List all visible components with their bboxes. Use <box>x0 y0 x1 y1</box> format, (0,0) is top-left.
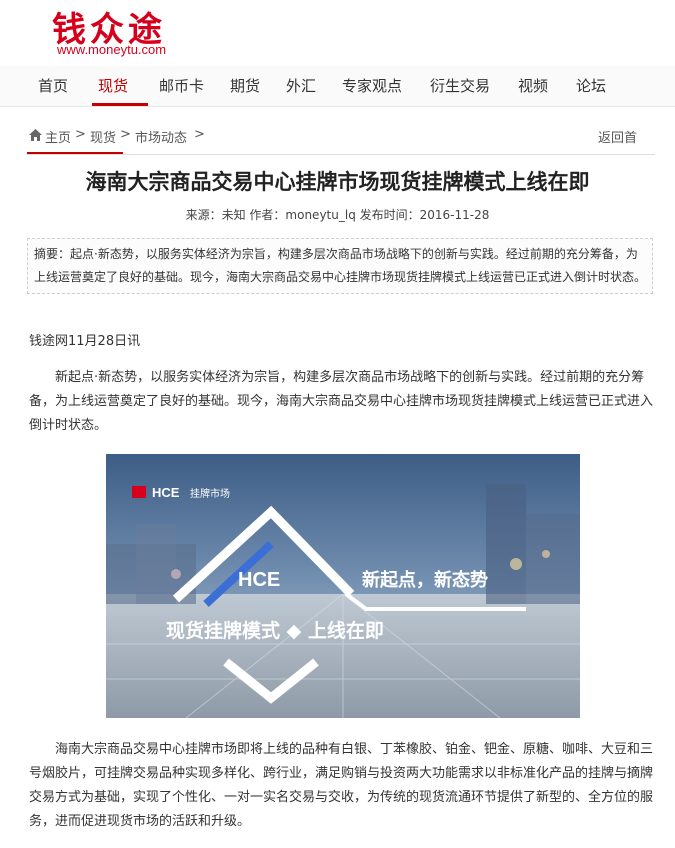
nav-item-forum[interactable]: 论坛 <box>576 66 606 106</box>
banner-slogan: 新起点，新态势 <box>362 569 488 591</box>
article-paragraph: 海南大宗商品交易中心挂牌市场即将上线的品种有白银、丁苯橡胶、铂金、钯金、原糖、咖… <box>29 742 654 829</box>
breadcrumb-separator: > <box>75 127 86 142</box>
banner-headline: 现货挂牌模式 ◆ 上线在即 <box>166 619 384 642</box>
home-icon <box>29 129 42 145</box>
breadcrumb-accent-line <box>27 152 123 154</box>
nav-active-indicator <box>92 103 148 106</box>
nav-item-spot[interactable]: 现货 <box>98 66 128 106</box>
nav-item-home[interactable]: 首页 <box>38 66 68 106</box>
article-paragraph: 新起点·新态势，以服务实体经济为宗旨，构建多层次商品市场战略下的创新与实践。经过… <box>29 370 654 433</box>
breadcrumb-spot[interactable]: 现货 <box>90 127 116 146</box>
article-meta: 来源：未知 作者：moneytu_lq 发布时间：2016-11-28 <box>185 208 490 222</box>
breadcrumb: 主页 > 现货 > 市场动态 > 返回首 <box>27 120 655 155</box>
article-summary: 摘要：起点·新态势，以服务实体经济为宗旨，构建多层次商品市场战略下的创新与实践。… <box>27 238 653 294</box>
banner-brand: HCE <box>152 485 180 500</box>
article-banner-image: HCE 挂牌市场 HCE 新起点，新态势 现货挂牌模式 ◆ 上线在即 <box>106 454 580 718</box>
nav-item-expert-views[interactable]: 专家观点 <box>342 66 402 106</box>
article-title: 海南大宗商品交易中心挂牌市场现货挂牌模式上线在即 <box>85 170 590 194</box>
nav-item-forex[interactable]: 外汇 <box>286 66 316 106</box>
main-nav: 首页 现货 邮币卡 期货 外汇 专家观点 衍生交易 视频 论坛 <box>0 66 675 107</box>
breadcrumb-separator: > <box>194 127 205 142</box>
breadcrumb-market-news[interactable]: 市场动态 <box>135 127 187 146</box>
nav-item-video[interactable]: 视频 <box>518 66 548 106</box>
breadcrumb-home[interactable]: 主页 <box>45 127 71 146</box>
nav-item-derivatives[interactable]: 衍生交易 <box>430 66 490 106</box>
banner-brand-sub: 挂牌市场 <box>190 487 230 500</box>
breadcrumb-separator: > <box>120 127 131 142</box>
site-logo[interactable]: 钱众途 www.moneytu.com <box>0 0 220 66</box>
logo-url: www.moneytu.com <box>57 42 167 57</box>
nav-item-futures[interactable]: 期货 <box>230 66 260 106</box>
article-dateline: 钱途网11月28日讯 <box>29 334 141 349</box>
banner-center-logo: HCE <box>238 569 280 591</box>
back-home-link[interactable]: 返回首 <box>598 127 637 146</box>
nav-item-stamps-cards[interactable]: 邮币卡 <box>159 66 204 106</box>
